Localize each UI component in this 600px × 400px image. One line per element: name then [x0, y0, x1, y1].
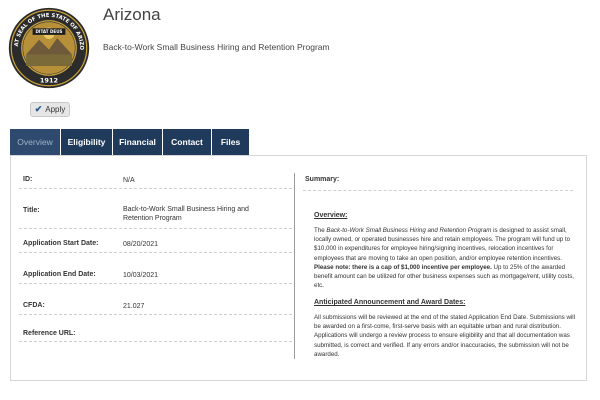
field-row-start-date: Application Start Date: 08/20/2021	[19, 235, 292, 253]
end-date-label: Application End Date:	[23, 271, 96, 278]
cfda-label: CFDA:	[23, 302, 45, 309]
program-subtitle: Back-to-Work Small Business Hiring and R…	[103, 42, 330, 52]
id-value: N/A	[123, 177, 135, 184]
tab-contact[interactable]: Contact	[163, 129, 212, 155]
tab-overview[interactable]: Overview	[10, 129, 61, 155]
field-row-reference-url: Reference URL:	[19, 326, 292, 342]
overview-panel: ID: N/A Title: Back-to-Work Small Busine…	[10, 155, 587, 381]
field-row-cfda: CFDA: 21.027	[19, 297, 292, 315]
apply-button-label: Apply	[45, 105, 66, 114]
tab-eligibility[interactable]: Eligibility	[61, 129, 113, 155]
cfda-value: 21.027	[123, 303, 145, 310]
field-row-title: Title: Back-to-Work Small Business Hirin…	[19, 201, 292, 229]
page-title: Arizona	[103, 5, 161, 24]
reference-url-label: Reference URL:	[23, 330, 76, 337]
tab-files[interactable]: Files	[212, 129, 250, 155]
award-dates-text: All submissions will be reviewed at the …	[314, 314, 576, 358]
field-row-end-date: Application End Date: 10/03/2021	[19, 266, 292, 284]
summary-divider	[303, 190, 573, 191]
end-date-value: 10/03/2021	[123, 272, 159, 279]
seal-year: 1912	[40, 76, 58, 84]
tab-bar: Overview Eligibility Financial Contact F…	[10, 129, 250, 155]
title-value: Back-to-Work Small Business Hiring and R…	[123, 206, 249, 222]
overview-text: The Back-to-Work Small Business Hiring a…	[314, 227, 575, 290]
state-seal-icon: DITAT DEUS 1912 GREAT SEAL OF THE STATE …	[8, 7, 90, 89]
id-label: ID:	[23, 176, 33, 183]
column-divider	[294, 173, 295, 359]
award-dates-heading: Anticipated Announcement and Award Dates…	[314, 299, 466, 306]
title-label: Title:	[23, 207, 40, 214]
apply-button[interactable]: ✔ Apply	[30, 102, 70, 117]
overview-heading: Overview:	[314, 212, 348, 219]
summary-label: Summary:	[305, 176, 340, 183]
checkmark-icon: ✔	[34, 104, 43, 114]
start-date-label: Application Start Date:	[23, 240, 99, 247]
start-date-value: 08/20/2021	[123, 241, 159, 248]
field-row-id: ID: N/A	[19, 173, 292, 189]
tab-financial[interactable]: Financial	[113, 129, 163, 155]
seal-motto: DITAT DEUS	[36, 29, 63, 34]
